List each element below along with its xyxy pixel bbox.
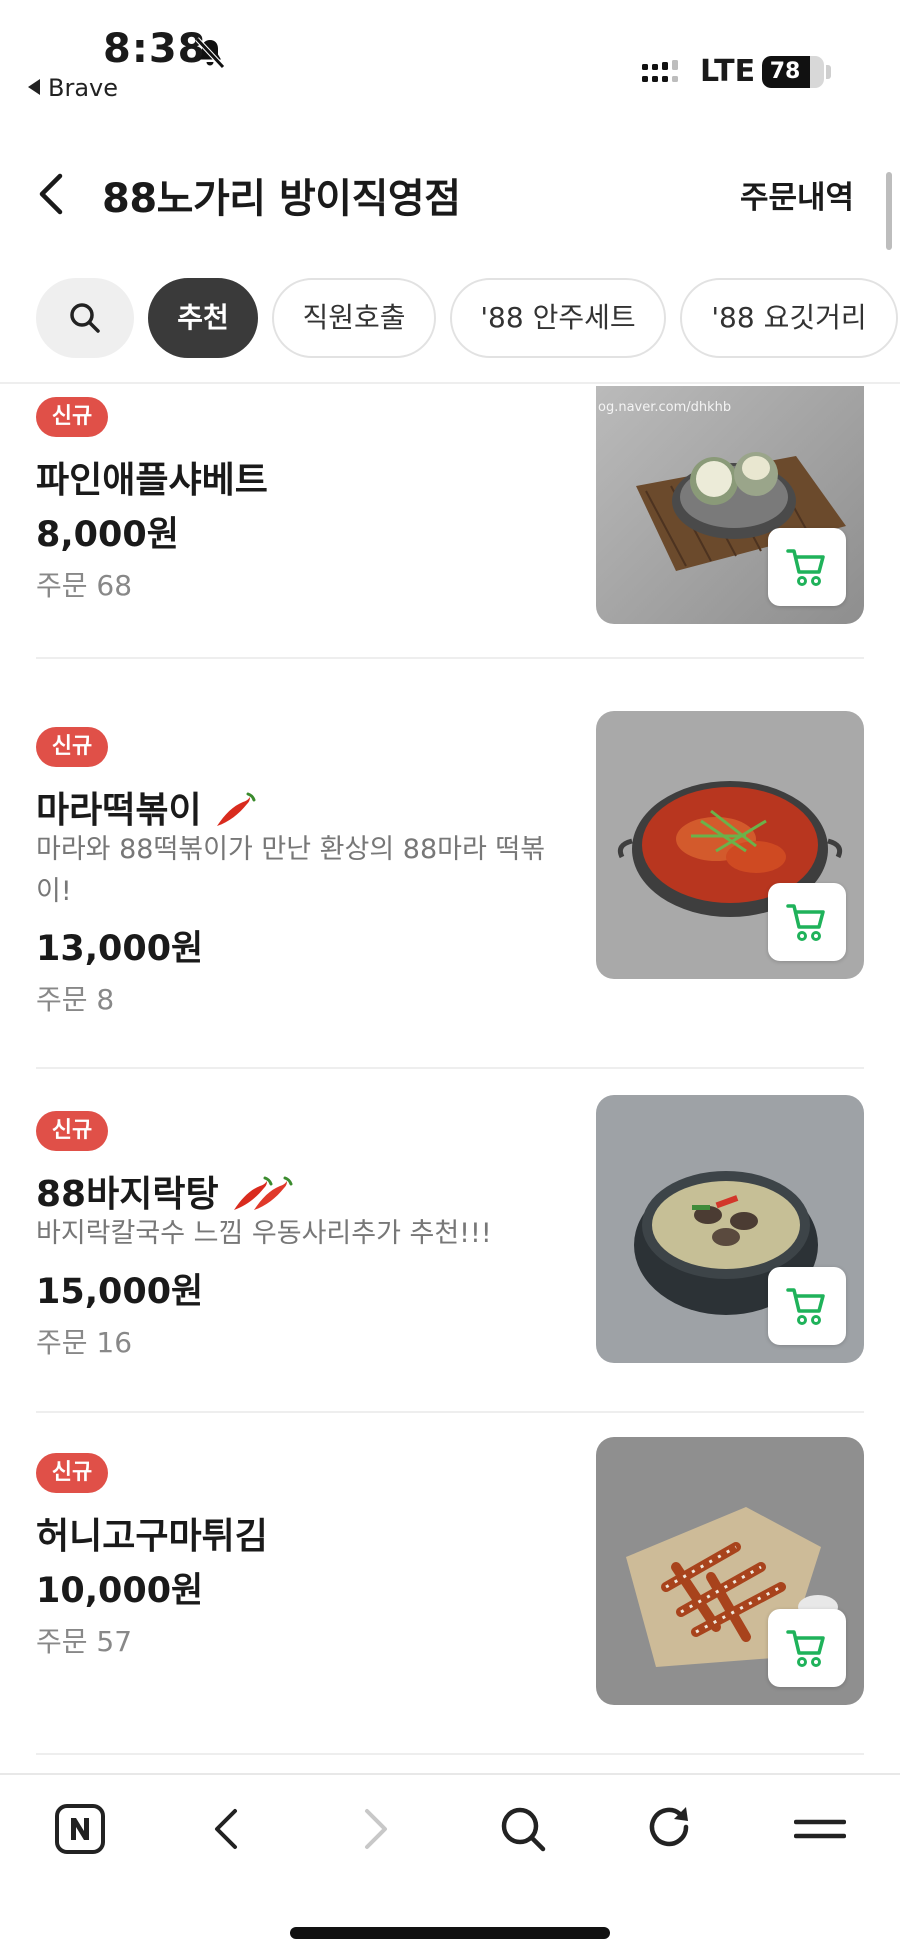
cart-icon bbox=[786, 904, 825, 941]
category-tabs: 추천 직원호출 '88 안주세트 '88 요깃거리 bbox=[0, 276, 900, 384]
menu-item-orders: 주문 8 bbox=[36, 983, 115, 1016]
menu-item[interactable]: 신규 허니고구마튀김 10,000원 주문 57 bbox=[0, 1412, 900, 1755]
reload-icon bbox=[649, 1807, 689, 1847]
menu-item-description: 바지락칼국수 느낌 우동사리추가 추천!!! bbox=[36, 1218, 492, 1249]
status-bar: 8:38 Brave LTE 78 bbox=[0, 0, 900, 120]
new-badge: 신규 bbox=[36, 727, 108, 767]
menu-item-name: 88바지락탕 bbox=[36, 1165, 293, 1217]
menu-item-orders: 주문 16 bbox=[36, 1326, 133, 1359]
cart-icon bbox=[786, 1630, 825, 1667]
search-icon bbox=[70, 303, 100, 333]
page-title: 88노가리 방이직영점 bbox=[102, 176, 461, 222]
back-triangle-icon bbox=[28, 79, 40, 95]
add-to-cart-button[interactable] bbox=[768, 1609, 846, 1687]
divider bbox=[36, 1753, 864, 1755]
menu-item-price: 8,000원 bbox=[36, 515, 179, 555]
menu-item-price: 10,000원 bbox=[36, 1571, 204, 1611]
status-time: 8:38 bbox=[103, 26, 207, 72]
battery-icon: 78 bbox=[762, 56, 824, 88]
menu-item-name: 파인애플샤베트 bbox=[36, 460, 268, 501]
tab-snack-set[interactable]: '88 안주세트 bbox=[450, 278, 666, 358]
menu-item[interactable]: 신규 파인애플샤베트 8,000원 주문 68 og.naver.com/dhk… bbox=[0, 386, 900, 686]
menu-item-name-text: 88바지락탕 bbox=[36, 1174, 219, 1215]
menu-item-description: 마라와 88떡볶이가 만난 환상의 88마라 떡볶이! bbox=[36, 834, 546, 907]
menu-item-photo[interactable] bbox=[596, 1095, 864, 1363]
chevron-right-icon bbox=[365, 1809, 387, 1849]
add-to-cart-button[interactable] bbox=[768, 528, 846, 606]
cart-icon bbox=[786, 549, 825, 586]
back-nav-button[interactable] bbox=[172, 1775, 282, 1885]
back-button[interactable] bbox=[30, 164, 74, 224]
forward-nav-button[interactable] bbox=[320, 1775, 430, 1885]
browser-search-button[interactable] bbox=[468, 1775, 578, 1885]
menu-item[interactable]: 신규 마라떡볶이 마라와 88떡볶이가 만난 환상의 88마라 떡볶이! 13,… bbox=[0, 686, 900, 1070]
menu-item[interactable]: 신규 88바지락탕 바지락칼국수 느낌 우동사리추가 추천!!! 15,000원… bbox=[0, 1070, 900, 1413]
back-to-app-link[interactable]: Brave bbox=[28, 74, 118, 102]
signal-icon bbox=[642, 60, 678, 82]
new-badge: 신규 bbox=[36, 397, 108, 437]
bell-muted-icon bbox=[195, 37, 225, 69]
add-to-cart-button[interactable] bbox=[768, 883, 846, 961]
menu-item-photo[interactable]: og.naver.com/dhkhb bbox=[596, 386, 864, 624]
back-app-label: Brave bbox=[48, 74, 119, 102]
divider bbox=[36, 1067, 864, 1069]
naver-home-button[interactable] bbox=[25, 1775, 135, 1885]
menu-item-name-text: 마라떡볶이 bbox=[36, 790, 202, 831]
add-to-cart-button[interactable] bbox=[768, 1267, 846, 1345]
menu-item-photo[interactable] bbox=[596, 1437, 864, 1705]
new-badge: 신규 bbox=[36, 1453, 108, 1493]
scroll-indicator bbox=[886, 172, 892, 250]
new-badge: 신규 bbox=[36, 1111, 108, 1151]
naver-n-icon bbox=[55, 1804, 105, 1854]
menu-item-price: 15,000원 bbox=[36, 1272, 204, 1312]
chili-pepper-icon bbox=[216, 792, 256, 826]
network-type: LTE bbox=[700, 54, 756, 89]
home-indicator bbox=[290, 1927, 610, 1939]
menu-item-orders: 주문 57 bbox=[36, 1625, 133, 1658]
menu-button[interactable] bbox=[765, 1775, 875, 1885]
reload-button[interactable] bbox=[615, 1775, 725, 1885]
chili-pepper-icon bbox=[233, 1176, 293, 1210]
battery-level: 78 bbox=[769, 59, 801, 84]
order-history-link[interactable]: 주문내역 bbox=[740, 172, 854, 217]
cart-icon bbox=[786, 1288, 825, 1325]
menu-item-orders: 주문 68 bbox=[36, 569, 133, 602]
tab-light-meals[interactable]: '88 요깃거리 bbox=[680, 278, 898, 358]
battery-tip bbox=[826, 65, 831, 79]
menu-item-photo[interactable] bbox=[596, 711, 864, 979]
photo-watermark: og.naver.com/dhkhb bbox=[598, 400, 732, 415]
chevron-left-icon bbox=[215, 1809, 237, 1849]
hamburger-menu-icon bbox=[794, 1819, 846, 1839]
search-icon bbox=[501, 1807, 546, 1852]
tab-recommend[interactable]: 추천 bbox=[148, 278, 258, 358]
divider bbox=[36, 657, 864, 659]
search-button[interactable] bbox=[36, 278, 134, 358]
menu-list: 신규 파인애플샤베트 8,000원 주문 68 og.naver.com/dhk… bbox=[0, 386, 900, 1771]
menu-item-name: 마라떡볶이 bbox=[36, 781, 256, 833]
tab-staff-call[interactable]: 직원호출 bbox=[272, 278, 436, 358]
menu-item-name: 허니고구마튀김 bbox=[36, 1516, 268, 1557]
page-header: 88노가리 방이직영점 주문내역 bbox=[0, 150, 900, 240]
menu-item-price: 13,000원 bbox=[36, 929, 204, 969]
